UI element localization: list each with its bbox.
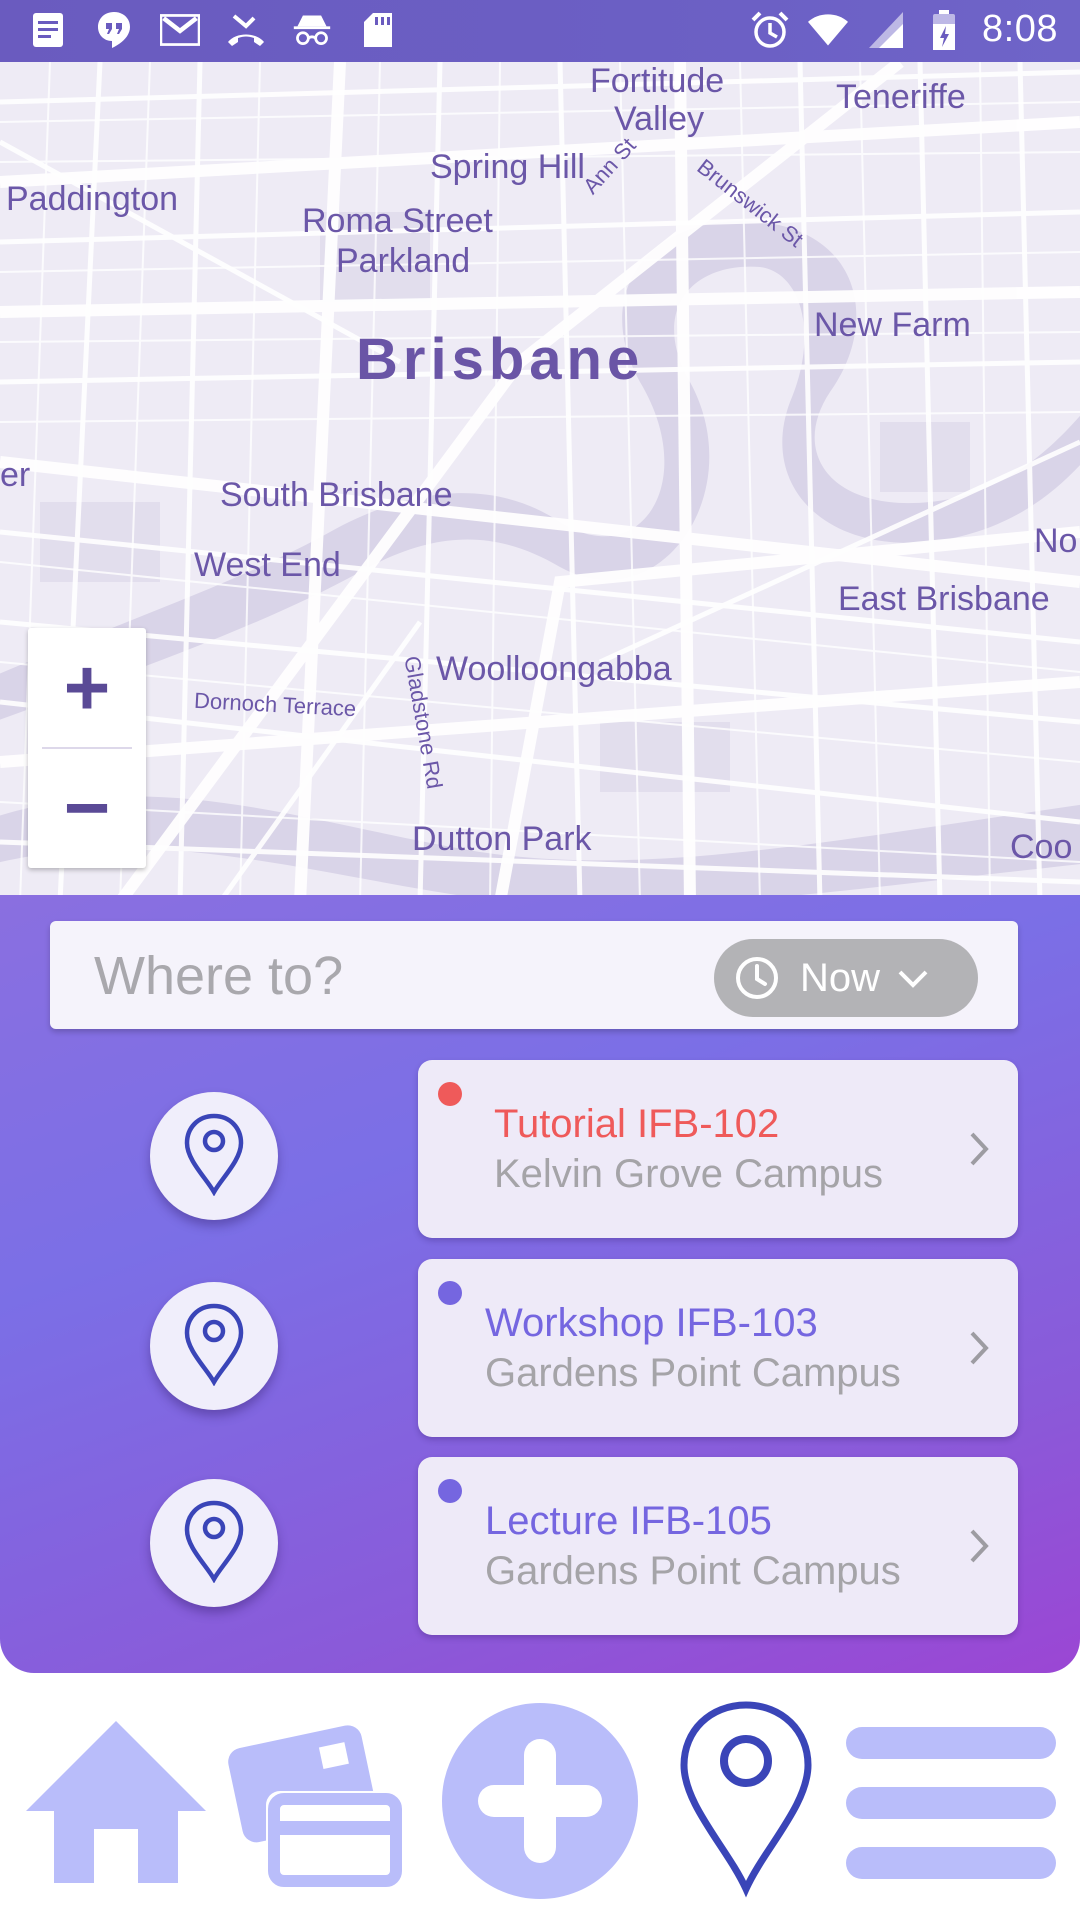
schedule-title: Lecture IFB-105 [485, 1499, 772, 1543]
missed-call-icon [226, 10, 266, 50]
schedule-location: Gardens Point Campus [485, 1351, 901, 1395]
location-pin-icon [182, 1302, 246, 1391]
chevron-down-icon [896, 961, 930, 995]
map-label-parkland: Parkland [336, 242, 471, 280]
schedule-title: Tutorial IFB-102 [494, 1102, 780, 1146]
schedule-location: Gardens Point Campus [485, 1549, 901, 1593]
map-label-teneriffe: Teneriffe [836, 78, 966, 116]
add-icon [442, 1703, 638, 1903]
location-pin-button[interactable] [150, 1092, 278, 1220]
location-pin-button[interactable] [150, 1282, 278, 1410]
battery-icon [924, 9, 964, 50]
clock-time: 8:08 [982, 8, 1058, 50]
trip-panel: Now Tutorial IFB-102 Kelvin Grove Campus… [0, 895, 1080, 1673]
map-label-woolloongabba: Woolloongabba [436, 650, 672, 688]
map-label-coo: Coo [1010, 828, 1073, 866]
home-icon [24, 1721, 208, 1891]
zoom-divider [42, 747, 132, 749]
departure-time-button[interactable]: Now [714, 939, 978, 1017]
nav-menu-button[interactable] [844, 1725, 1058, 1890]
bottom-navigation [0, 1673, 1080, 1920]
location-pin-icon [676, 1701, 816, 1903]
map-label-spring-hill: Spring Hill [430, 148, 585, 186]
clock-icon [734, 955, 780, 1001]
gmail-icon [160, 10, 200, 50]
hangouts-icon [94, 10, 134, 50]
sd-card-icon [358, 10, 398, 50]
map-label-west-end: West End [194, 546, 341, 584]
map-label-er: er [0, 456, 31, 494]
search-bar: Now [50, 921, 1018, 1029]
map-label-roma-street: Roma Street [302, 202, 493, 240]
map-view[interactable]: Fortitude Valley Teneriffe Spring Hill P… [0, 62, 1080, 902]
map-label-no: No [1034, 522, 1078, 560]
nav-add-button[interactable] [442, 1703, 638, 1904]
nav-map-button[interactable] [676, 1699, 816, 1904]
schedule-card[interactable]: Tutorial IFB-102 Kelvin Grove Campus [418, 1060, 1018, 1238]
zoom-in-button[interactable]: + [28, 628, 146, 748]
incognito-icon [292, 10, 332, 50]
notes-icon [28, 10, 68, 50]
map-label-east-brisbane: East Brisbane [838, 580, 1050, 618]
signal-icon [866, 10, 906, 50]
destination-input[interactable] [92, 937, 696, 1015]
location-pin-icon [182, 1112, 246, 1201]
map-label-paddington: Paddington [6, 180, 179, 218]
schedule-card[interactable]: Workshop IFB-103 Gardens Point Campus [418, 1259, 1018, 1437]
menu-icon [844, 1727, 1058, 1889]
chevron-right-icon [970, 1331, 989, 1365]
departure-time-label: Now [800, 955, 881, 1000]
schedule-title: Workshop IFB-103 [485, 1301, 818, 1345]
map-label-valley: Valley [614, 100, 705, 138]
map-label-fortitude: Fortitude [590, 62, 725, 100]
status-dot [438, 1479, 462, 1503]
status-dot [438, 1281, 462, 1305]
status-bar: 8:08 [0, 0, 1080, 62]
map-label-dutton-park: Dutton Park [412, 820, 592, 858]
nav-cards-button[interactable] [226, 1713, 412, 1898]
chevron-right-icon [970, 1132, 989, 1166]
zoom-control: + − [28, 628, 146, 868]
schedule-location: Kelvin Grove Campus [494, 1152, 884, 1196]
status-dot [438, 1082, 462, 1106]
alarm-icon [750, 10, 790, 50]
location-pin-icon [182, 1499, 246, 1588]
wifi-icon [808, 10, 849, 50]
zoom-out-button[interactable]: − [28, 748, 146, 868]
location-pin-button[interactable] [150, 1479, 278, 1607]
schedule-card[interactable]: Lecture IFB-105 Gardens Point Campus [418, 1457, 1018, 1635]
cards-icon [226, 1725, 412, 1897]
map-label-new-farm: New Farm [814, 306, 971, 344]
nav-home-button[interactable] [24, 1717, 208, 1892]
map-label-brisbane: Brisbane [356, 327, 645, 392]
map-label-south-brisbane: South Brisbane [220, 476, 453, 514]
chevron-right-icon [970, 1529, 989, 1563]
